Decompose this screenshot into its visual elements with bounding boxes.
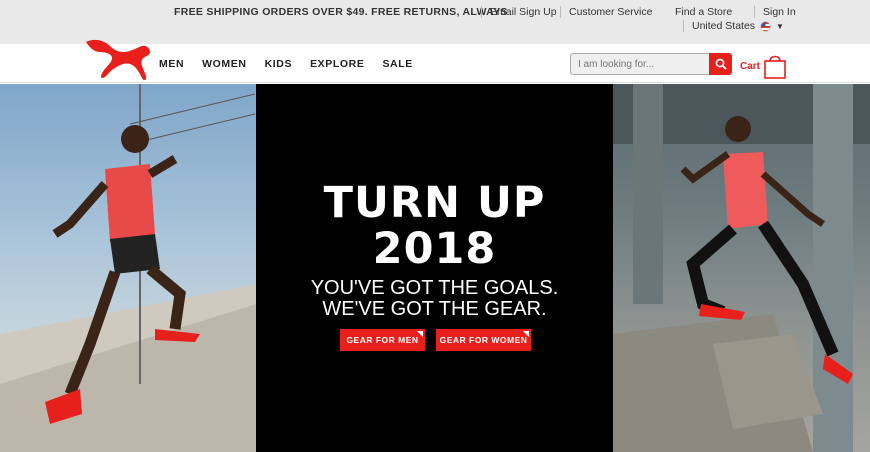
gear-for-men-button[interactable]: GEAR FOR MEN <box>340 329 425 351</box>
us-flag-icon <box>760 20 772 32</box>
cart-label: Cart <box>740 60 761 72</box>
subheadline-line-2: WE'VE GOT THE GEAR. <box>322 298 547 320</box>
main-nav: MEN WOMEN KIDS EXPLORE SALE Cart <box>0 39 870 83</box>
nav-item-explore[interactable]: EXPLORE <box>310 58 364 70</box>
cart-button[interactable]: Cart <box>740 53 786 79</box>
search-bar <box>570 53 732 75</box>
search-icon <box>715 58 727 70</box>
find-store-link[interactable]: Find a Store <box>675 6 732 18</box>
headline-line-1: TURN UP <box>323 178 546 228</box>
shipping-promo: FREE SHIPPING ORDERS OVER $49. FREE RETU… <box>174 6 508 18</box>
campaign-headline: TURN UP 2018 <box>256 180 613 272</box>
hero-banner[interactable]: TURN UP 2018 YOU'VE GOT THE GOALS. WE'VE… <box>0 84 870 452</box>
nav-item-sale[interactable]: SALE <box>382 58 412 70</box>
category-menu: MEN WOMEN KIDS EXPLORE SALE <box>159 58 431 70</box>
nav-item-kids[interactable]: KIDS <box>265 58 293 70</box>
customer-service-link[interactable]: Customer Service <box>560 6 652 18</box>
puma-logo[interactable] <box>84 36 154 84</box>
search-input[interactable] <box>570 53 709 75</box>
search-button[interactable] <box>709 53 732 75</box>
shopping-bag-icon <box>764 55 786 79</box>
female-runner-photo <box>613 84 870 452</box>
sign-in-link[interactable]: Sign In <box>754 6 796 18</box>
country-label: United States <box>692 20 756 32</box>
country-selector[interactable]: United States ▼ <box>683 20 784 32</box>
nav-item-men[interactable]: MEN <box>159 58 184 70</box>
chevron-down-icon: ▼ <box>776 21 784 31</box>
headline-line-2: 2018 <box>372 224 497 274</box>
gear-for-women-button[interactable]: GEAR FOR WOMEN <box>436 329 531 351</box>
campaign-panel: TURN UP 2018 YOU'VE GOT THE GOALS. WE'VE… <box>256 84 613 452</box>
email-signup-link[interactable]: Email Sign Up <box>481 6 557 18</box>
subheadline-line-1: YOU'VE GOT THE GOALS. <box>310 277 559 299</box>
male-runner-photo <box>0 84 256 452</box>
nav-item-women[interactable]: WOMEN <box>202 58 246 70</box>
